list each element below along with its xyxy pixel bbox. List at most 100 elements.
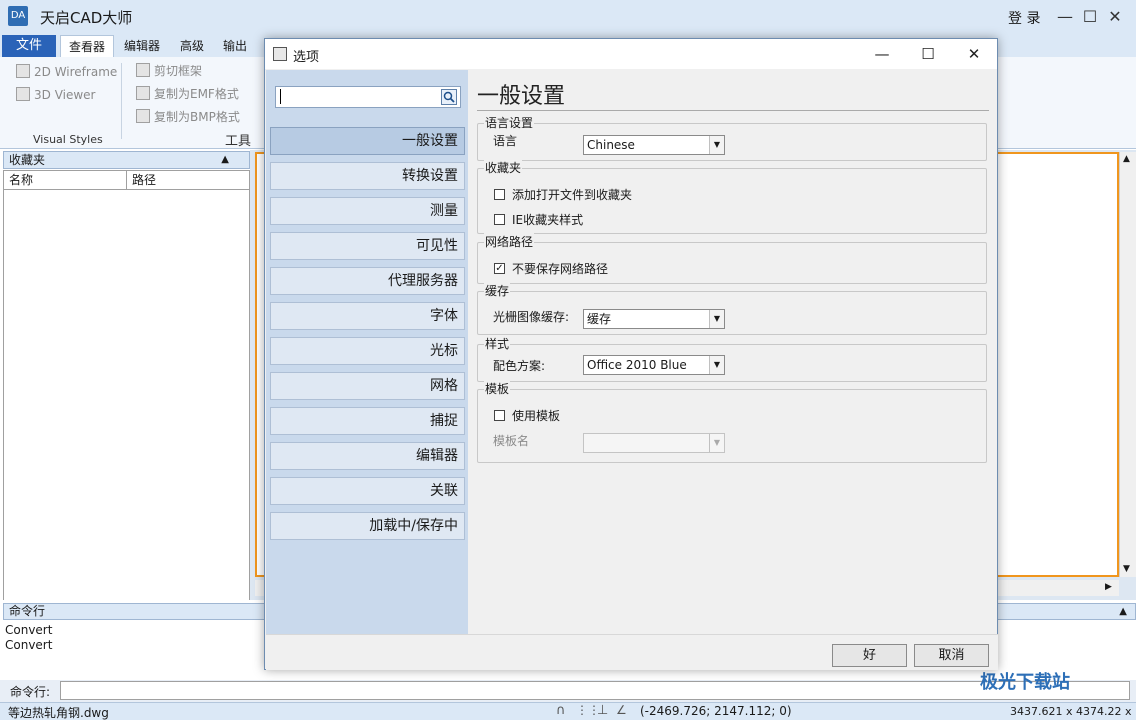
favorites-panel-header: 收藏夹 ▲ bbox=[3, 151, 250, 169]
nav-item-measure[interactable]: 测量 bbox=[270, 197, 465, 225]
watermark-logo: 极光下载站 bbox=[980, 672, 1070, 693]
favorites-title: 收藏夹 bbox=[9, 153, 46, 167]
nav-item-proxy[interactable]: 代理服务器 bbox=[270, 267, 465, 295]
chevron-down-icon: ▼ bbox=[709, 136, 724, 154]
use-template-label: 使用模板 bbox=[512, 409, 561, 423]
ortho-icon[interactable]: ⊥ bbox=[597, 703, 608, 718]
group-template: 模板 使用模板 模板名 ▼ bbox=[477, 380, 987, 463]
close-icon[interactable]: ✕ bbox=[1104, 6, 1126, 28]
copy-emf-button[interactable]: 复制为EMF格式 bbox=[136, 85, 239, 102]
options-dialog: 选项 — ☐ ✕ 一般设置 转换设置 测量 可见性 代理服务器 字体 光标 网格… bbox=[264, 38, 998, 670]
dialog-minimize-icon[interactable]: — bbox=[859, 41, 905, 67]
content-title: 一般设置 bbox=[477, 84, 566, 109]
tab-file[interactable]: 文件 bbox=[2, 35, 56, 57]
wireframe-icon bbox=[16, 64, 30, 78]
bmp-icon bbox=[136, 109, 150, 123]
raster-cache-label: 光栅图像缓存: bbox=[493, 310, 570, 324]
maximize-icon[interactable]: ☐ bbox=[1079, 6, 1101, 28]
options-nav: 一般设置 转换设置 测量 可见性 代理服务器 字体 光标 网格 捕捉 编辑器 关… bbox=[266, 70, 468, 634]
group-network-path-label: 网络路径 bbox=[484, 233, 535, 250]
nav-item-conversion[interactable]: 转换设置 bbox=[270, 162, 465, 190]
template-name-label: 模板名 bbox=[493, 434, 530, 448]
tab-output[interactable]: 输出 bbox=[215, 35, 255, 57]
raster-cache-value: 缓存 bbox=[587, 312, 612, 326]
scroll-right-icon[interactable]: ▶ bbox=[1105, 582, 1112, 592]
ie-favorites-style-checkbox[interactable] bbox=[494, 214, 505, 225]
group-style: 样式 配色方案: Office 2010 Blue ▼ bbox=[477, 335, 987, 382]
group-language-label: 语言设置 bbox=[484, 114, 535, 131]
tab-advanced[interactable]: 高级 bbox=[172, 35, 212, 57]
wireframe-2d-button[interactable]: 2D Wireframe bbox=[16, 64, 117, 79]
column-name-header[interactable]: 名称 bbox=[4, 171, 127, 189]
command-input-label: 命令行: bbox=[10, 685, 51, 699]
pin-icon[interactable]: ▲ bbox=[221, 152, 229, 168]
use-template-checkbox[interactable] bbox=[494, 410, 505, 421]
dont-save-network-path-checkbox[interactable]: ✓ bbox=[494, 263, 505, 274]
emf-icon bbox=[136, 86, 150, 100]
status-coordinates: (-2469.726; 2147.112; 0) bbox=[640, 704, 792, 718]
color-scheme-select[interactable]: Office 2010 Blue ▼ bbox=[583, 355, 725, 375]
dialog-close-icon[interactable]: ✕ bbox=[951, 41, 997, 67]
ribbon-divider bbox=[121, 63, 122, 139]
favorites-list[interactable] bbox=[3, 190, 250, 600]
nav-item-editor[interactable]: 编辑器 bbox=[270, 442, 465, 470]
app-logo-icon: DA bbox=[8, 6, 28, 26]
group-cache-label: 缓存 bbox=[484, 282, 511, 299]
viewer-3d-button[interactable]: 3D Viewer bbox=[16, 87, 95, 102]
color-scheme-value: Office 2010 Blue bbox=[587, 358, 687, 372]
scroll-up-icon[interactable]: ▲ bbox=[1123, 154, 1130, 164]
ok-button[interactable]: 好 bbox=[832, 644, 907, 667]
scroll-down-icon[interactable]: ▼ bbox=[1123, 564, 1130, 574]
nav-item-snap[interactable]: 捕捉 bbox=[270, 407, 465, 435]
group-label-tools: 工具 bbox=[225, 134, 252, 149]
raster-cache-select[interactable]: 缓存 ▼ bbox=[583, 309, 725, 329]
pin-icon[interactable]: ▲ bbox=[1119, 604, 1127, 619]
template-name-select[interactable]: ▼ bbox=[583, 433, 725, 453]
copy-bmp-button[interactable]: 复制为BMP格式 bbox=[136, 108, 240, 125]
dialog-title: 选项 bbox=[293, 50, 320, 65]
login-link[interactable]: 登 录 bbox=[1008, 8, 1040, 28]
nav-item-cursor[interactable]: 光标 bbox=[270, 337, 465, 365]
vertical-scrollbar[interactable]: ▲ ▼ bbox=[1119, 152, 1136, 577]
options-content: 一般设置 语言设置 语言 Chinese ▼ 收藏夹 添加打开文件到收藏夹 IE… bbox=[469, 70, 997, 634]
chevron-down-icon: ▼ bbox=[709, 434, 724, 452]
nav-item-fonts[interactable]: 字体 bbox=[270, 302, 465, 330]
title-divider bbox=[477, 110, 989, 111]
color-scheme-label: 配色方案: bbox=[493, 359, 546, 373]
tab-viewer[interactable]: 查看器 bbox=[60, 35, 115, 57]
language-field-label: 语言 bbox=[493, 134, 518, 148]
language-select[interactable]: Chinese ▼ bbox=[583, 135, 725, 155]
add-to-favorites-checkbox[interactable] bbox=[494, 189, 505, 200]
status-file-name: 等边热轧角钢.dwg bbox=[8, 706, 109, 720]
search-icon[interactable] bbox=[441, 89, 457, 105]
copy-emf-label: 复制为EMF格式 bbox=[154, 87, 239, 101]
nav-item-association[interactable]: 关联 bbox=[270, 477, 465, 505]
ie-favorites-style-label: IE收藏夹样式 bbox=[512, 213, 584, 227]
column-path-header[interactable]: 路径 bbox=[127, 171, 249, 189]
snap-icon[interactable]: ∩ bbox=[556, 703, 566, 718]
status-bar: 等边热轧角钢.dwg ∩ ⋮⋮ ⊥ ∠ (-2469.726; 2147.112… bbox=[0, 702, 1136, 720]
dialog-title-bar: 选项 — ☐ ✕ bbox=[265, 39, 997, 69]
options-search-input[interactable] bbox=[275, 86, 461, 108]
app-title: 天启CAD大师 bbox=[40, 9, 133, 27]
nav-item-grid[interactable]: 网格 bbox=[270, 372, 465, 400]
group-network-path: 网络路径 ✓ 不要保存网络路径 bbox=[477, 233, 987, 284]
dialog-maximize-icon[interactable]: ☐ bbox=[905, 41, 951, 67]
dialog-icon bbox=[273, 47, 287, 61]
nav-item-visibility[interactable]: 可见性 bbox=[270, 232, 465, 260]
group-language: 语言设置 语言 Chinese ▼ bbox=[477, 114, 987, 161]
tab-editor[interactable]: 编辑器 bbox=[116, 35, 168, 57]
group-template-label: 模板 bbox=[484, 380, 511, 397]
copy-bmp-label: 复制为BMP格式 bbox=[154, 110, 240, 124]
nav-item-load-save[interactable]: 加载中/保存中 bbox=[270, 512, 465, 540]
cancel-button[interactable]: 取消 bbox=[914, 644, 989, 667]
group-favorites: 收藏夹 添加打开文件到收藏夹 IE收藏夹样式 bbox=[477, 159, 987, 234]
clip-frame-button[interactable]: 剪切框架 bbox=[136, 62, 202, 79]
cube-icon bbox=[16, 87, 30, 101]
nav-item-general[interactable]: 一般设置 bbox=[270, 127, 465, 155]
clip-frame-label: 剪切框架 bbox=[154, 64, 203, 78]
command-input[interactable] bbox=[60, 681, 1130, 700]
polar-icon[interactable]: ∠ bbox=[616, 703, 627, 717]
minimize-icon[interactable]: — bbox=[1054, 6, 1076, 28]
status-drawing-size: 3437.621 x 4374.22 x 0 bbox=[1010, 705, 1132, 720]
